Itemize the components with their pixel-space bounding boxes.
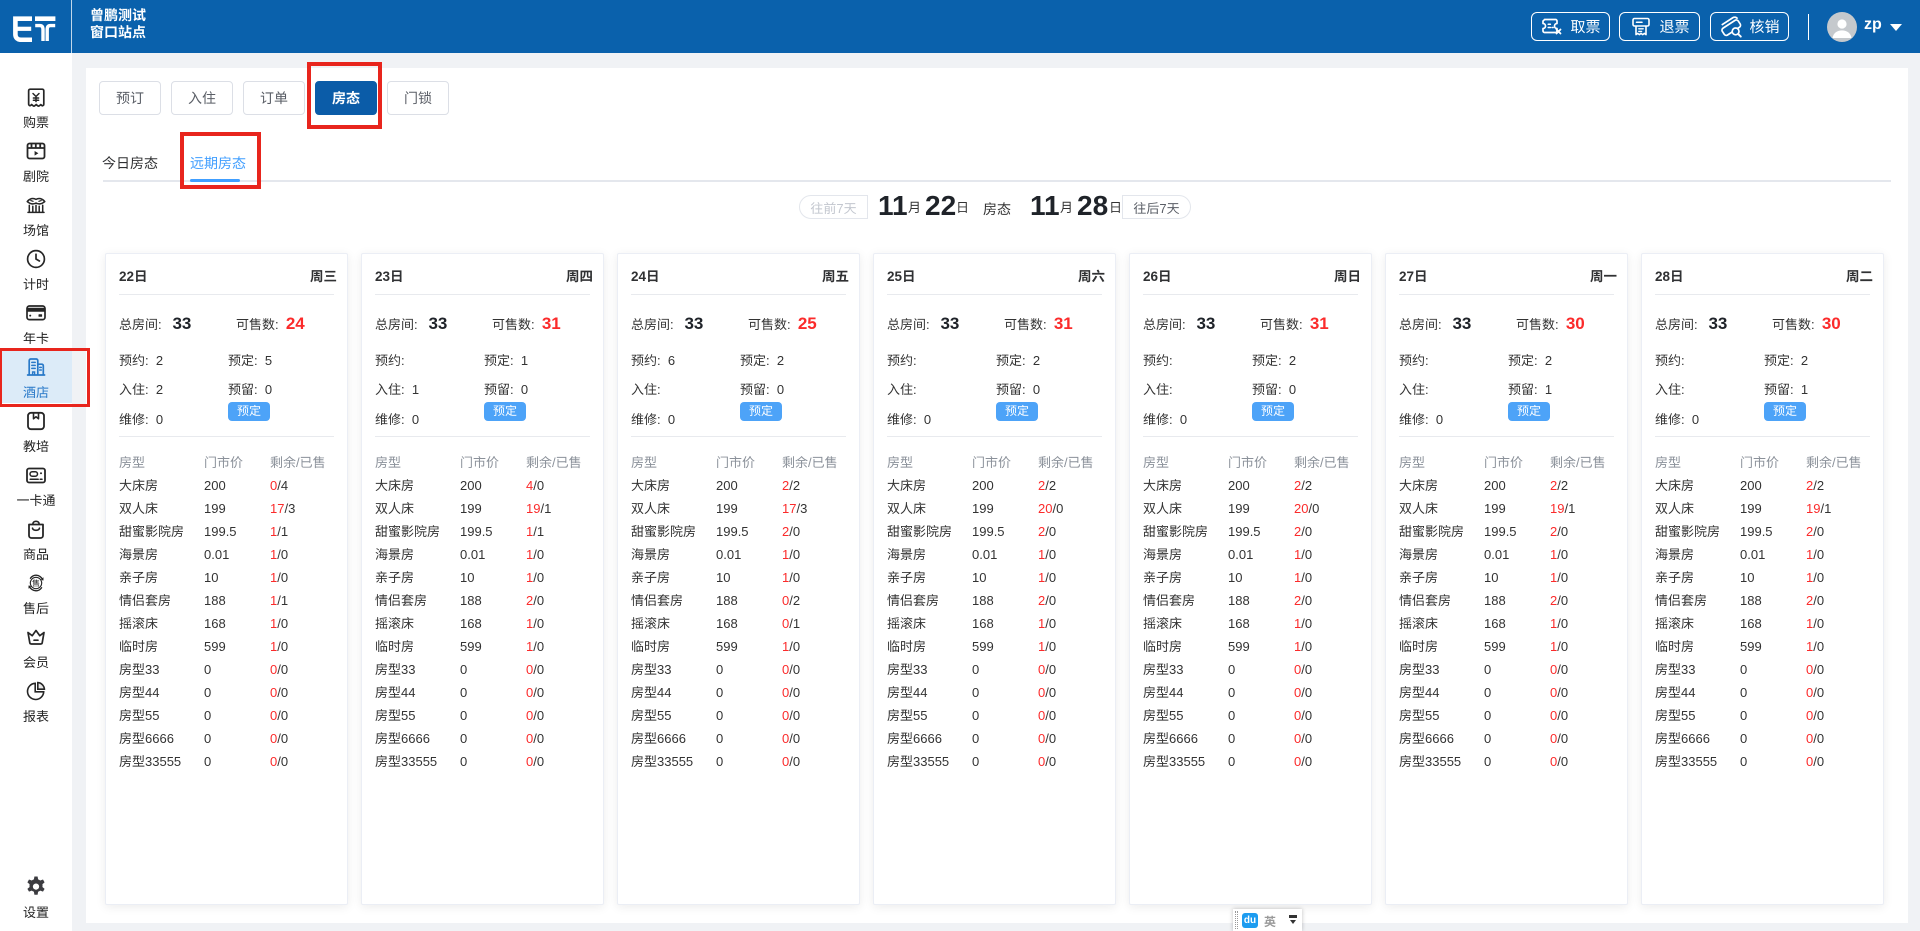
svg-text:售: 售 — [32, 578, 40, 589]
